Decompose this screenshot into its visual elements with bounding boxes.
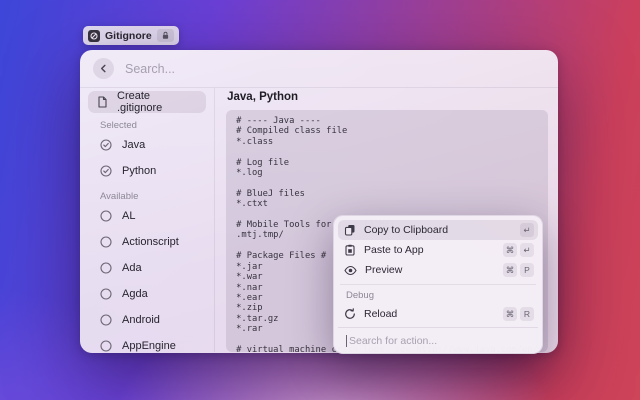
chevron-left-icon xyxy=(99,64,108,73)
sidebar-item-label: Java xyxy=(122,139,145,151)
action-search-input[interactable]: Search for action... xyxy=(338,327,538,353)
preview-title: Java, Python xyxy=(226,91,548,107)
sidebar-item-label: Agda xyxy=(122,288,148,300)
sidebar-item-label: Actionscript xyxy=(122,236,179,248)
p-key: P xyxy=(520,263,534,277)
sidebar-item-label: Python xyxy=(122,165,156,177)
text-caret xyxy=(346,335,347,347)
sidebar-item-al[interactable]: AL xyxy=(80,203,214,229)
menu-section-debug: Debug xyxy=(346,290,538,301)
return-key: ↵ xyxy=(520,223,534,237)
sidebar-item-ada[interactable]: Ada xyxy=(80,255,214,281)
sidebar-item-agda[interactable]: Agda xyxy=(80,281,214,307)
circle-icon xyxy=(100,288,112,300)
shortcut-keys: ⌘ ↵ xyxy=(503,243,534,257)
menu-item-label: Reload xyxy=(364,308,397,320)
command-key: ⌘ xyxy=(503,243,517,257)
menu-item-copy-to-clipboard[interactable]: Copy to Clipboard ↵ xyxy=(338,220,538,240)
menu-item-paste-to-app[interactable]: Paste to App ⌘ ↵ xyxy=(338,240,538,260)
circle-icon xyxy=(100,210,112,222)
gitignore-app-icon xyxy=(88,30,100,42)
check-circle-icon xyxy=(100,165,112,177)
menu-divider xyxy=(340,284,536,285)
sidebar-item-java[interactable]: Java xyxy=(80,132,214,158)
section-title-available: Available xyxy=(100,191,214,203)
sidebar-item-python[interactable]: Python xyxy=(80,158,214,184)
extension-tag-label: Gitignore xyxy=(105,30,152,42)
r-key: R xyxy=(520,307,534,321)
sidebar-item-create-gitignore[interactable]: Create .gitignore xyxy=(88,91,206,113)
action-search-placeholder: Search for action... xyxy=(349,335,437,347)
back-button[interactable] xyxy=(93,58,114,79)
extension-tag[interactable]: Gitignore xyxy=(83,26,179,45)
command-key: ⌘ xyxy=(503,263,517,277)
menu-item-label: Copy to Clipboard xyxy=(364,224,448,236)
menu-item-preview[interactable]: Preview ⌘ P xyxy=(338,260,538,280)
circle-icon xyxy=(100,262,112,274)
copy-icon xyxy=(344,224,356,236)
circle-icon xyxy=(100,314,112,326)
sidebar-item-label: Create .gitignore xyxy=(117,90,197,114)
search-bar: Search... xyxy=(80,50,558,88)
menu-item-label: Paste to App xyxy=(364,244,424,256)
sidebar-item-label: Android xyxy=(122,314,160,326)
paste-icon xyxy=(344,244,356,256)
circle-icon xyxy=(100,340,112,352)
shortcut-keys: ⌘ P xyxy=(503,263,534,277)
template-sidebar: Create .gitignore Selected Java Python A… xyxy=(80,88,215,352)
sidebar-item-label: AL xyxy=(122,210,135,222)
menu-item-reload[interactable]: Reload ⌘ R xyxy=(338,304,538,324)
eye-icon xyxy=(344,265,357,276)
sidebar-item-label: AppEngine xyxy=(122,340,176,352)
command-key: ⌘ xyxy=(503,307,517,321)
check-circle-icon xyxy=(100,139,112,151)
sidebar-item-actionscript[interactable]: Actionscript xyxy=(80,229,214,255)
return-key: ↵ xyxy=(520,243,534,257)
section-title-selected: Selected xyxy=(100,120,214,132)
lock-icon xyxy=(157,29,174,42)
document-icon xyxy=(97,96,108,108)
search-input[interactable]: Search... xyxy=(125,62,175,76)
sidebar-item-android[interactable]: Android xyxy=(80,307,214,333)
circle-icon xyxy=(100,236,112,248)
menu-item-label: Preview xyxy=(365,264,402,276)
sidebar-item-appengine[interactable]: AppEngine xyxy=(80,333,214,352)
action-menu: Copy to Clipboard ↵ Paste to App ⌘ ↵ Pre… xyxy=(333,215,543,354)
shortcut-keys: ↵ xyxy=(520,223,534,237)
reload-icon xyxy=(344,308,356,320)
shortcut-keys: ⌘ R xyxy=(503,307,534,321)
sidebar-item-label: Ada xyxy=(122,262,142,274)
